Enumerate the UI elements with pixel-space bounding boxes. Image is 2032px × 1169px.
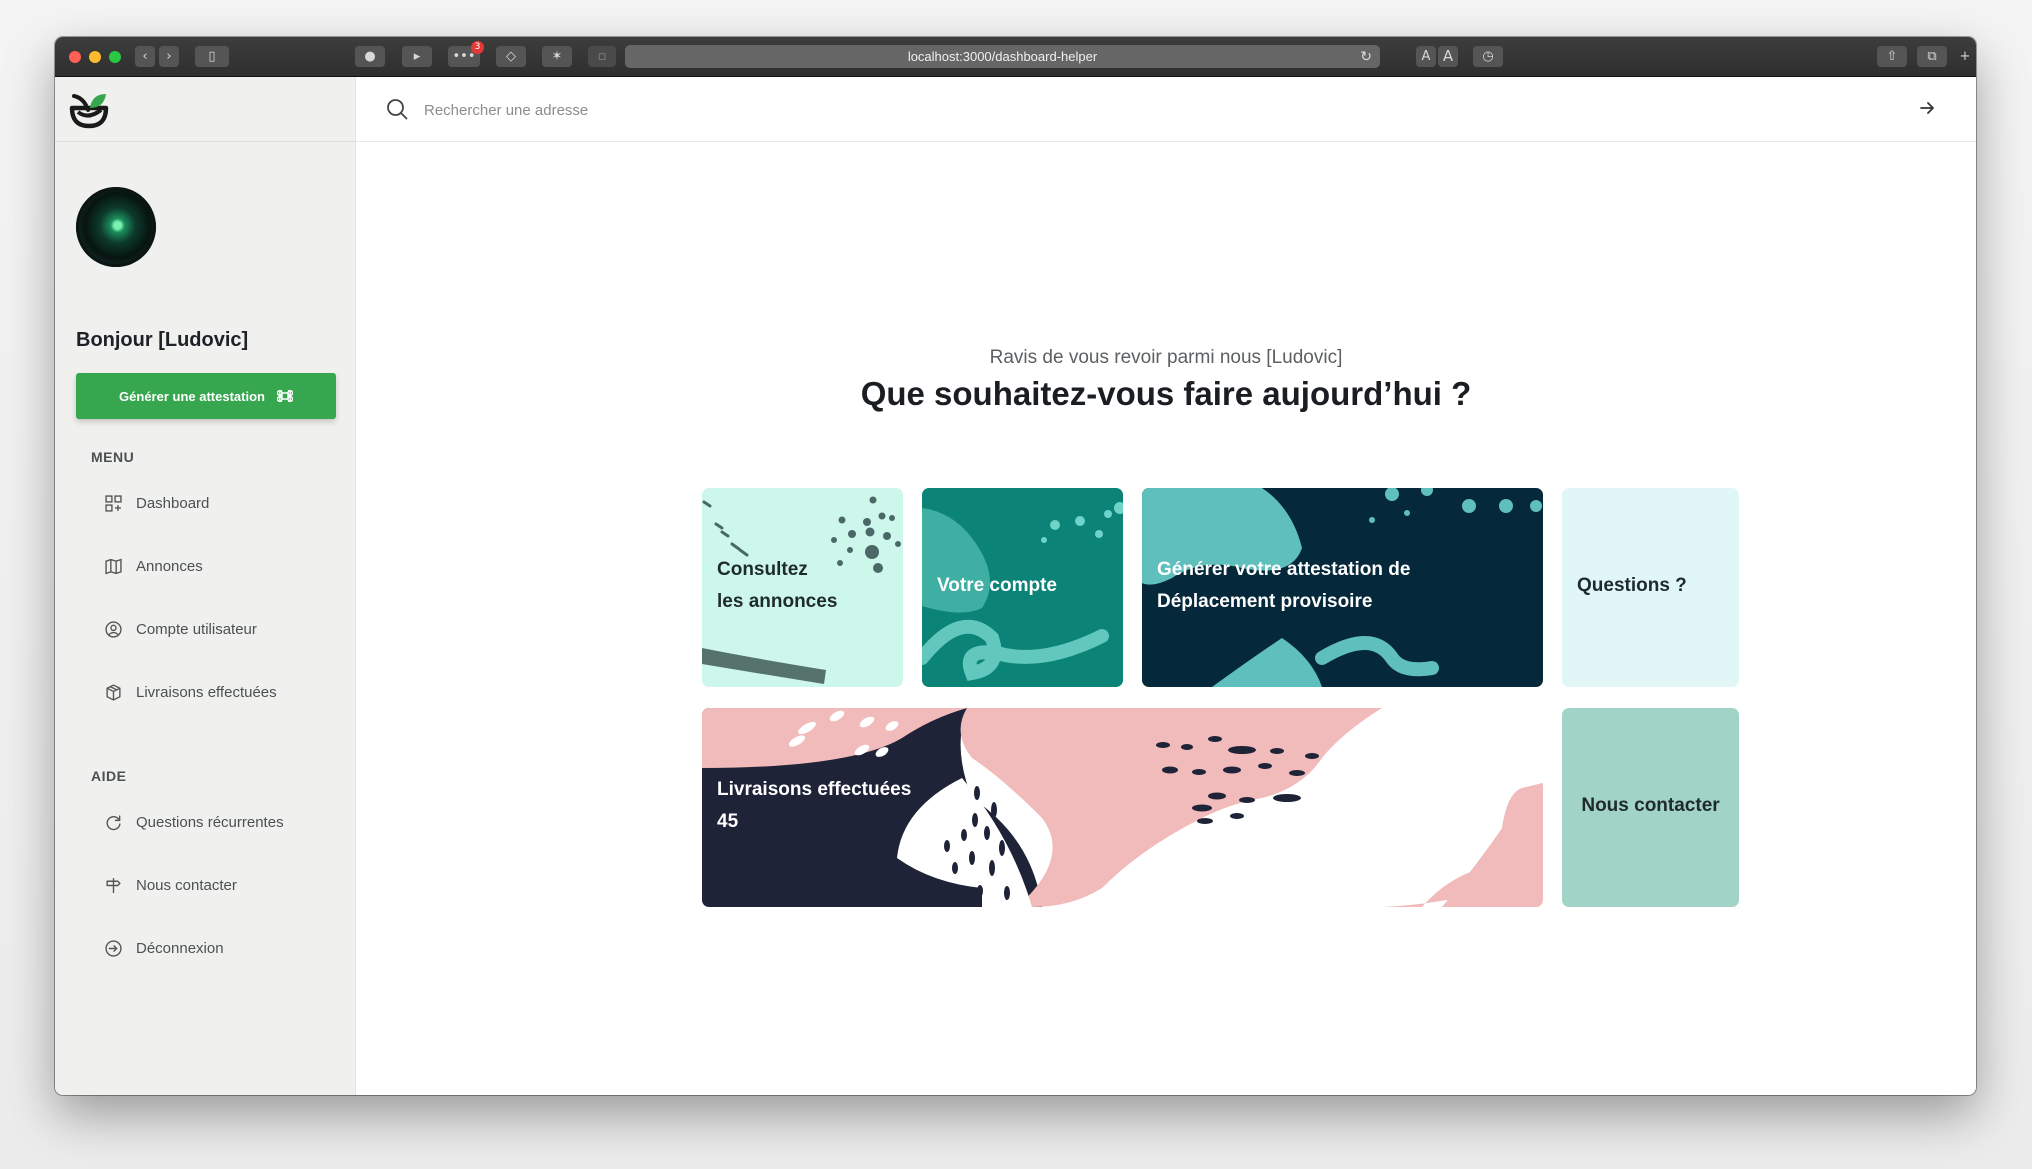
grid-icon	[105, 494, 122, 512]
main-content: Ravis de vous revoir parmi nous [Ludovic…	[356, 142, 1976, 1095]
play-extension-icon[interactable]: ▸	[402, 46, 432, 67]
disabled-extension-icon: ▫	[588, 46, 616, 67]
more-extension-icon[interactable]: ••• 3	[448, 41, 484, 67]
card-label: Votre compte	[937, 575, 1058, 596]
nav-item-label: Déconnexion	[136, 939, 224, 957]
card-label: Nous contacter	[1581, 795, 1720, 816]
nav-item-questions-recurrentes[interactable]: Questions récurrentes	[105, 810, 284, 834]
new-tab-icon[interactable]: +	[1955, 46, 1975, 67]
signpost-icon	[106, 877, 121, 893]
address-bar[interactable]: localhost:3000/dashboard-helper ↻	[625, 45, 1380, 68]
grammarly-extension-icon[interactable]: ●	[355, 46, 385, 67]
text-larger-button[interactable]: A	[1438, 46, 1458, 67]
nav-item-label: Questions récurrentes	[136, 813, 284, 831]
map-icon	[105, 558, 122, 574]
url-text: localhost:3000/dashboard-helper	[907, 49, 1098, 64]
greeting-text: Bonjour [Ludovic]	[76, 329, 249, 351]
nav-item-nous-contacter[interactable]: Nous contacter	[105, 873, 237, 897]
accessibility-extension-icon[interactable]: ✶	[542, 46, 572, 67]
refresh-icon	[106, 814, 121, 830]
logout-icon	[105, 939, 122, 957]
card-votre-compte[interactable]: Votre compte	[922, 488, 1123, 687]
search-icon[interactable]	[386, 98, 408, 120]
sidebar-toggle-icon[interactable]: ▯	[195, 46, 229, 67]
nav-item-label: Compte utilisateur	[136, 620, 257, 638]
close-window-button[interactable]	[69, 51, 81, 63]
card-label: Questions ?	[1577, 575, 1687, 596]
nav-item-compte-utilisateur[interactable]: Compte utilisateur	[105, 617, 257, 641]
back-icon[interactable]: ‹	[135, 46, 155, 67]
tabs-overview-icon[interactable]: ⧉	[1917, 46, 1947, 67]
cta-label: Générer une attestation	[119, 388, 265, 404]
logo-area	[55, 77, 355, 142]
nav-item-label: Livraisons effectuées	[136, 683, 277, 701]
arrow-right-icon[interactable]	[1918, 99, 1936, 117]
text-smaller-button[interactable]: A	[1416, 46, 1436, 67]
notification-badge: 3	[471, 41, 484, 54]
nav-item-label: Nous contacter	[136, 876, 237, 894]
nav-item-livraisons[interactable]: Livraisons effectuées	[105, 680, 277, 704]
forward-icon[interactable]: ›	[159, 46, 179, 67]
top-search-bar	[356, 77, 1976, 142]
user-circle-icon	[105, 620, 122, 638]
card-label-line1: Générer votre attestation de	[1157, 559, 1411, 580]
brand-logo-icon[interactable]	[68, 90, 110, 130]
menu-section-title: MENU	[91, 449, 135, 465]
help-section-title: AIDE	[91, 768, 127, 784]
card-label-line1: Consultez	[717, 559, 808, 580]
command-icon	[276, 390, 293, 402]
package-icon	[106, 683, 121, 701]
browser-toolbar: ‹ › ▯ ● ▸ ••• 3 ◇ ✶ ▫ localhost:3000/dash…	[55, 37, 1976, 77]
nav-item-annonces[interactable]: Annonces	[105, 554, 203, 578]
nav-item-label: Annonces	[136, 557, 203, 575]
card-questions[interactable]: Questions ?	[1562, 488, 1739, 687]
share-icon[interactable]: ⇧	[1877, 46, 1907, 67]
minimize-window-button[interactable]	[89, 51, 101, 63]
nav-item-label: Dashboard	[136, 494, 210, 512]
card-label-line1: Livraisons effectuées	[717, 779, 912, 800]
deliveries-count: 45	[717, 811, 739, 832]
shield-extension-icon[interactable]: ◇	[496, 46, 526, 67]
card-consultez-annonces[interactable]: Consultez les annonces	[702, 488, 903, 687]
card-label-line2: les annonces	[717, 591, 838, 612]
nav-item-dashboard[interactable]: Dashboard	[105, 491, 209, 515]
avatar[interactable]	[76, 187, 156, 267]
card-generer-attestation[interactable]: Générer votre attestation de Déplacement…	[1142, 488, 1543, 687]
search-input[interactable]	[422, 95, 1126, 125]
browser-window: ‹ › ▯ ● ▸ ••• 3 ◇ ✶ ▫ localhost:3000/dash…	[55, 37, 1976, 1095]
history-icon[interactable]: ◷	[1473, 46, 1503, 67]
welcome-subtitle: Ravis de vous revoir parmi nous [Ludovic…	[989, 347, 1343, 368]
card-livraisons-effectuees[interactable]: Livraisons effectuées 45	[702, 708, 1543, 907]
sidebar: Bonjour [Ludovic] Générer une attestatio…	[55, 77, 356, 1095]
generate-attestation-button[interactable]: Générer une attestation	[76, 373, 336, 419]
card-nous-contacter[interactable]: Nous contacter	[1562, 708, 1739, 907]
reload-icon[interactable]: ↻	[1360, 45, 1372, 68]
zoom-window-button[interactable]	[109, 51, 121, 63]
nav-item-deconnexion[interactable]: Déconnexion	[105, 936, 224, 960]
page-title: Que souhaitez-vous faire aujourd’hui ?	[860, 375, 1472, 412]
card-label-line2: Déplacement provisoire	[1157, 591, 1373, 612]
